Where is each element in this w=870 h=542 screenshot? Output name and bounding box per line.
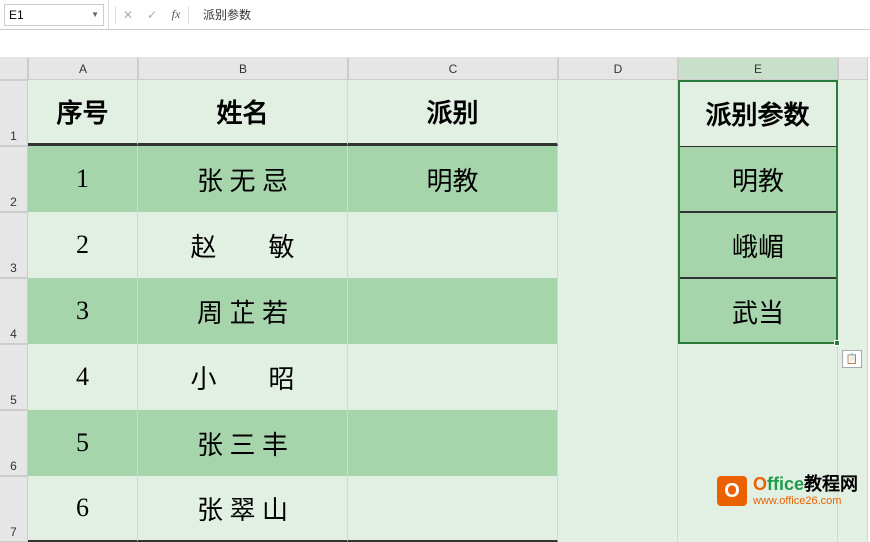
table-header-seq[interactable]: 序号 <box>28 80 138 146</box>
spreadsheet-grid: A B C D E 1 序号 姓名 派别 派别参数 2 1 张 无 忌 明教 明… <box>0 58 870 542</box>
param-item-1[interactable]: 明教 <box>678 146 838 212</box>
cell-seq-1[interactable]: 1 <box>28 146 138 212</box>
chevron-down-icon: ▼ <box>91 10 99 19</box>
col-header-c[interactable]: C <box>348 58 558 80</box>
fx-button[interactable]: fx <box>164 7 188 22</box>
col-header-b[interactable]: B <box>138 58 348 80</box>
col-header-d[interactable]: D <box>558 58 678 80</box>
cell-name-5[interactable]: 张 三 丰 <box>138 410 348 476</box>
formula-bar: E1 ▼ ✕ ✓ fx 派别参数 <box>0 0 870 30</box>
watermark: O Office教程网 www.office26.com <box>717 475 858 507</box>
cell-faction-3[interactable] <box>348 278 558 344</box>
cancel-button[interactable]: ✕ <box>116 8 140 22</box>
cell-seq-6[interactable]: 6 <box>28 476 138 542</box>
cell-f6[interactable] <box>838 410 868 476</box>
row-header-3[interactable]: 3 <box>0 212 28 278</box>
cell-e6[interactable] <box>678 410 838 476</box>
watermark-url: www.office26.com <box>753 495 858 507</box>
row-header-1[interactable]: 1 <box>0 80 28 146</box>
formula-input[interactable]: 派别参数 <box>195 0 870 29</box>
col-header-blank[interactable] <box>838 58 868 80</box>
table-header-name[interactable]: 姓名 <box>138 80 348 146</box>
cell-name-2[interactable]: 赵 敏 <box>138 212 348 278</box>
select-all-corner[interactable] <box>0 58 28 80</box>
cell-seq-5[interactable]: 5 <box>28 410 138 476</box>
cell-name-4[interactable]: 小 昭 <box>138 344 348 410</box>
name-box[interactable]: E1 ▼ <box>4 4 104 26</box>
cell-d3[interactable] <box>558 212 678 278</box>
cell-faction-2[interactable] <box>348 212 558 278</box>
param-item-3[interactable]: 武当 <box>678 278 838 344</box>
cell-d1[interactable] <box>558 80 678 146</box>
smart-tag-icon[interactable]: 📋 <box>842 350 862 368</box>
row-header-2[interactable]: 2 <box>0 146 28 212</box>
cell-faction-4[interactable] <box>348 344 558 410</box>
cell-d5[interactable] <box>558 344 678 410</box>
cell-seq-4[interactable]: 4 <box>28 344 138 410</box>
row-header-5[interactable]: 5 <box>0 344 28 410</box>
formula-bar-buttons: ✕ ✓ fx <box>108 0 195 29</box>
cell-seq-3[interactable]: 3 <box>28 278 138 344</box>
table-header-faction[interactable]: 派别 <box>348 80 558 146</box>
cell-faction-1[interactable]: 明教 <box>348 146 558 212</box>
param-item-2[interactable]: 峨嵋 <box>678 212 838 278</box>
row-header-6[interactable]: 6 <box>0 410 28 476</box>
cell-f4[interactable] <box>838 278 868 344</box>
cell-f3[interactable] <box>838 212 868 278</box>
cell-d4[interactable] <box>558 278 678 344</box>
cell-name-3[interactable]: 周 芷 若 <box>138 278 348 344</box>
office-logo-icon: O <box>717 476 747 506</box>
cell-faction-6[interactable] <box>348 476 558 542</box>
ribbon-spacer <box>0 30 870 58</box>
row-header-7[interactable]: 7 <box>0 476 28 542</box>
formula-value: 派别参数 <box>203 6 251 23</box>
cell-d7[interactable] <box>558 476 678 542</box>
cell-faction-5[interactable] <box>348 410 558 476</box>
row-header-4[interactable]: 4 <box>0 278 28 344</box>
cell-d2[interactable] <box>558 146 678 212</box>
watermark-title: Office教程网 <box>753 475 858 495</box>
cell-e5[interactable] <box>678 344 838 410</box>
cell-name-6[interactable]: 张 翠 山 <box>138 476 348 542</box>
cell-f1[interactable] <box>838 80 868 146</box>
cell-name-1[interactable]: 张 无 忌 <box>138 146 348 212</box>
col-header-e[interactable]: E <box>678 58 838 80</box>
name-box-value: E1 <box>9 8 91 22</box>
col-header-a[interactable]: A <box>28 58 138 80</box>
cell-d6[interactable] <box>558 410 678 476</box>
enter-button[interactable]: ✓ <box>140 8 164 22</box>
cell-seq-2[interactable]: 2 <box>28 212 138 278</box>
cell-f2[interactable] <box>838 146 868 212</box>
param-header[interactable]: 派别参数 <box>678 80 838 146</box>
